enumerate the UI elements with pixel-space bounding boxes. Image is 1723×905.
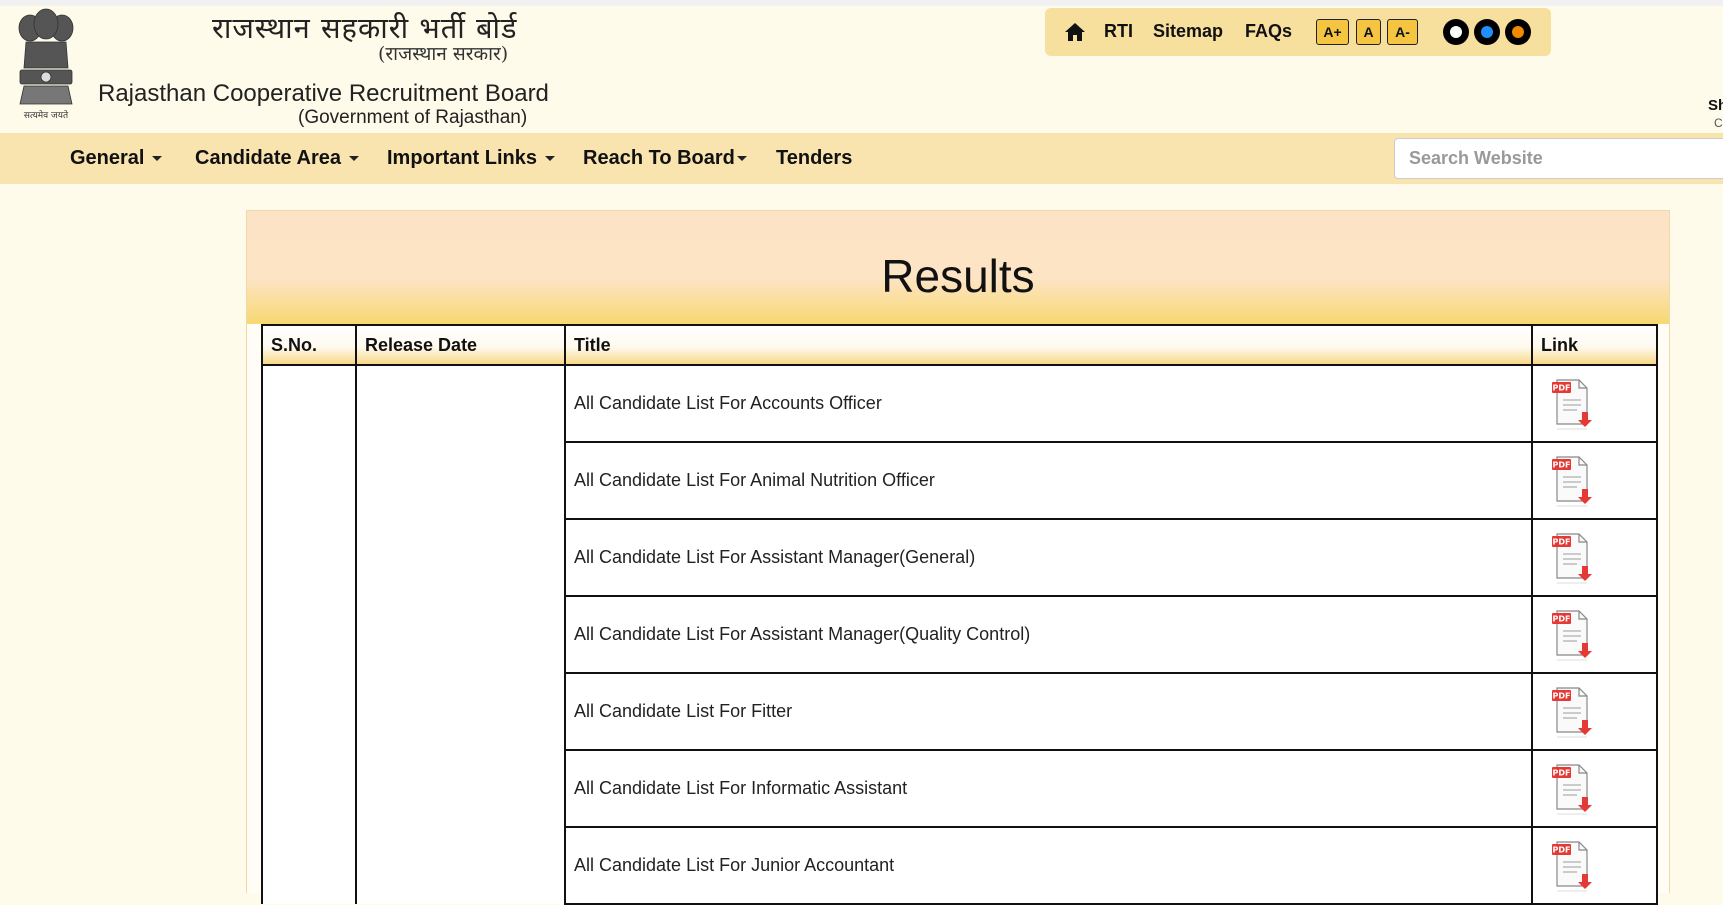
nav-important-links-label: Important Links — [387, 147, 538, 169]
svg-text:PDF: PDF — [1553, 691, 1571, 700]
pdf-link-cell[interactable]: PDF — [1531, 441, 1658, 520]
share-label[interactable]: Sh — [1708, 97, 1723, 114]
rti-link[interactable]: RTI — [1104, 21, 1133, 42]
svg-text:PDF: PDF — [1553, 845, 1571, 854]
chevron-down-icon — [545, 156, 556, 162]
nav-tenders[interactable]: Tenders — [776, 147, 852, 170]
result-title-cell: All Candidate List For Junior Accountant — [564, 826, 1533, 905]
state-emblem-icon: सत्यमेव जयते — [18, 8, 74, 121]
blue-theme-button[interactable] — [1474, 19, 1500, 45]
faqs-link[interactable]: FAQs — [1245, 21, 1292, 42]
nav-important-links[interactable]: Important Links — [387, 147, 556, 170]
page-title: Results — [881, 250, 1035, 302]
svg-text:PDF: PDF — [1553, 614, 1571, 623]
pdf-link-cell[interactable]: PDF — [1531, 672, 1658, 751]
result-title-cell: All Candidate List For Fitter — [564, 672, 1533, 751]
home-icon[interactable] — [1063, 20, 1087, 44]
pdf-download-icon[interactable]: PDF — [1549, 838, 1593, 894]
sitemap-link[interactable]: Sitemap — [1153, 21, 1223, 42]
site-subtitle: (Government of Rajasthan) — [298, 107, 528, 128]
result-title-cell: All Candidate List For Assistant Manager… — [564, 595, 1533, 674]
svg-text:PDF: PDF — [1553, 460, 1571, 469]
pdf-download-icon[interactable]: PDF — [1549, 530, 1593, 586]
font-decrease-button[interactable]: A- — [1387, 19, 1418, 45]
chevron-down-icon — [736, 156, 747, 162]
pdf-download-icon[interactable]: PDF — [1549, 453, 1593, 509]
nav-candidate-area[interactable]: Candidate Area — [195, 147, 359, 170]
chevron-down-icon — [152, 156, 163, 162]
result-title-cell: All Candidate List For Assistant Manager… — [564, 518, 1533, 597]
panel-header: Results — [247, 211, 1669, 324]
pdf-link-cell[interactable]: PDF — [1531, 364, 1658, 443]
result-title-cell: All Candidate List For Informatic Assist… — [564, 749, 1533, 828]
pdf-link-cell[interactable]: PDF — [1531, 749, 1658, 828]
pdf-link-cell[interactable]: PDF — [1531, 595, 1658, 674]
chevron-down-icon — [348, 156, 359, 162]
pdf-download-icon[interactable]: PDF — [1549, 761, 1593, 817]
column-header-link: Link — [1531, 324, 1658, 366]
release-date-cell — [355, 364, 566, 904]
font-normal-button[interactable]: A — [1356, 19, 1381, 45]
pdf-link-cell[interactable]: PDF — [1531, 826, 1658, 905]
table-row: All Candidate List For Accounts Officer … — [261, 364, 1658, 904]
results-panel: Results S.No. Release Date Title Link Al… — [246, 210, 1670, 905]
results-table: S.No. Release Date Title Link All Candid… — [261, 324, 1658, 905]
result-title-cell: All Candidate List For Animal Nutrition … — [564, 441, 1533, 520]
svg-text:PDF: PDF — [1553, 383, 1571, 392]
table-header-row: S.No. Release Date Title Link — [261, 324, 1658, 366]
column-header-title: Title — [564, 324, 1533, 366]
nav-general[interactable]: General — [70, 147, 163, 170]
svg-text:PDF: PDF — [1553, 768, 1571, 777]
result-title-cell: All Candidate List For Accounts Officer — [564, 364, 1533, 443]
nav-candidate-area-label: Candidate Area — [195, 147, 341, 169]
site-title: Rajasthan Cooperative Recruitment Board — [98, 80, 549, 107]
pdf-download-icon[interactable]: PDF — [1549, 376, 1593, 432]
column-header-release-date: Release Date — [355, 324, 566, 366]
accessibility-toolbar: RTI Sitemap FAQs A+ A A- — [1045, 8, 1551, 56]
pdf-download-icon[interactable]: PDF — [1549, 607, 1593, 663]
svg-text:PDF: PDF — [1553, 537, 1571, 546]
nav-general-label: General — [70, 147, 145, 169]
default-theme-button[interactable] — [1443, 19, 1469, 45]
site-subtitle-hindi: (राजस्थान सरकार) — [378, 43, 509, 65]
top-border — [0, 0, 1723, 6]
search-input[interactable] — [1394, 138, 1723, 179]
share-sublabel: Cl — [1714, 116, 1723, 130]
pdf-download-icon[interactable]: PDF — [1549, 684, 1593, 740]
nav-reach-to-board-label: Reach To Board — [583, 147, 735, 169]
orange-theme-button[interactable] — [1505, 19, 1531, 45]
sno-cell — [261, 364, 357, 904]
nav-reach-to-board[interactable]: Reach To Board — [583, 147, 747, 170]
emblem-motto: सत्यमेव जयते — [24, 109, 69, 121]
font-increase-button[interactable]: A+ — [1316, 19, 1349, 45]
column-header-sno: S.No. — [261, 324, 357, 366]
pdf-link-cell[interactable]: PDF — [1531, 518, 1658, 597]
